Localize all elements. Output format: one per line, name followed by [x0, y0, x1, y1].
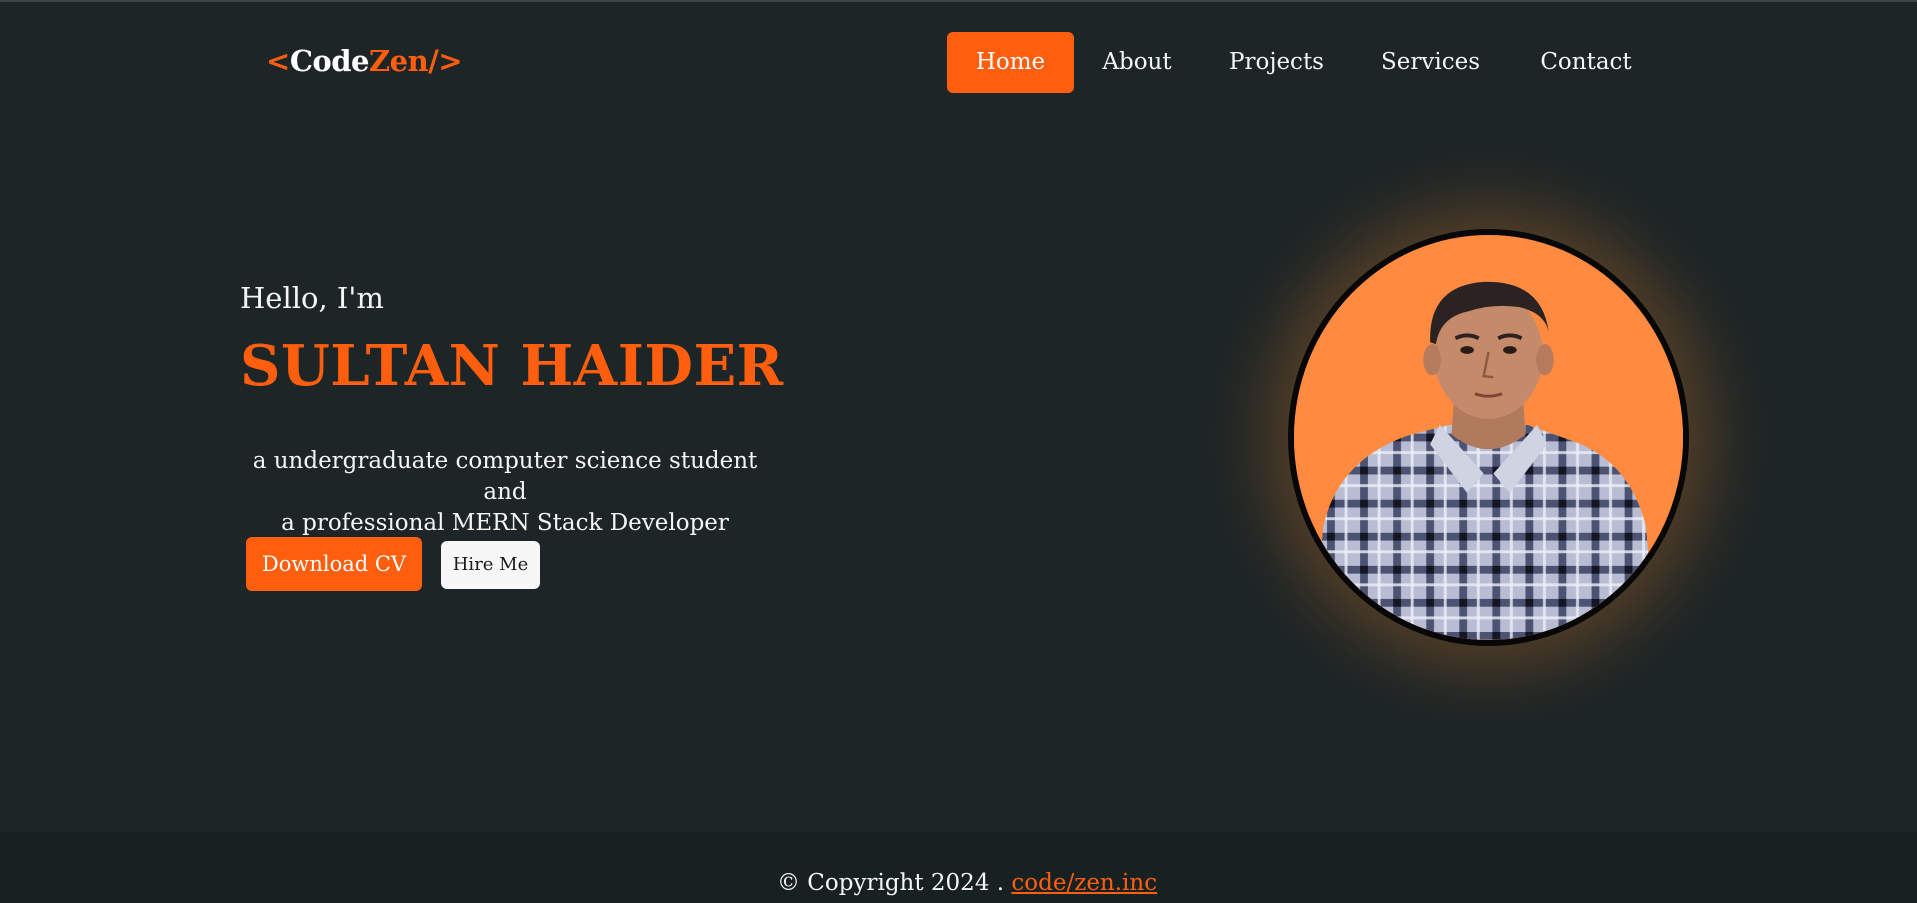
download-cv-button[interactable]: Download CV — [246, 537, 422, 591]
profile-photo-icon — [1294, 235, 1683, 640]
hire-me-button[interactable]: Hire Me — [441, 541, 540, 589]
site-footer: © Copyright 2024 . code/zen.inc — [0, 832, 1917, 903]
footer-copyright-text: © Copyright 2024 . — [777, 870, 1012, 896]
profile-photo — [1288, 229, 1689, 646]
footer-copyright: © Copyright 2024 . code/zen.inc — [777, 870, 1157, 896]
hero-tagline-line1: a undergraduate computer science student… — [252, 448, 758, 505]
nav-projects[interactable]: Projects — [1229, 32, 1324, 93]
nav-services[interactable]: Services — [1381, 32, 1480, 93]
hero-name: SULTAN HAIDER — [240, 333, 784, 399]
window-top-border — [0, 0, 1917, 2]
hero-tagline: a undergraduate computer science student… — [230, 446, 780, 539]
nav-contact[interactable]: Contact — [1534, 32, 1638, 93]
logo-zen: Zen — [368, 44, 429, 78]
footer-brand-link[interactable]: code/zen.inc — [1011, 870, 1157, 896]
hero-tagline-line2: a professional MERN Stack Developer — [281, 510, 729, 536]
logo-code: Code — [289, 44, 370, 78]
logo-bracket-open: < — [266, 44, 290, 78]
nav-about[interactable]: About — [1102, 32, 1172, 93]
nav-home[interactable]: Home — [947, 32, 1074, 93]
site-logo[interactable]: <CodeZen/> — [266, 44, 463, 78]
logo-bracket-close: /> — [428, 44, 463, 78]
hero-greeting: Hello, I'm — [240, 281, 384, 315]
